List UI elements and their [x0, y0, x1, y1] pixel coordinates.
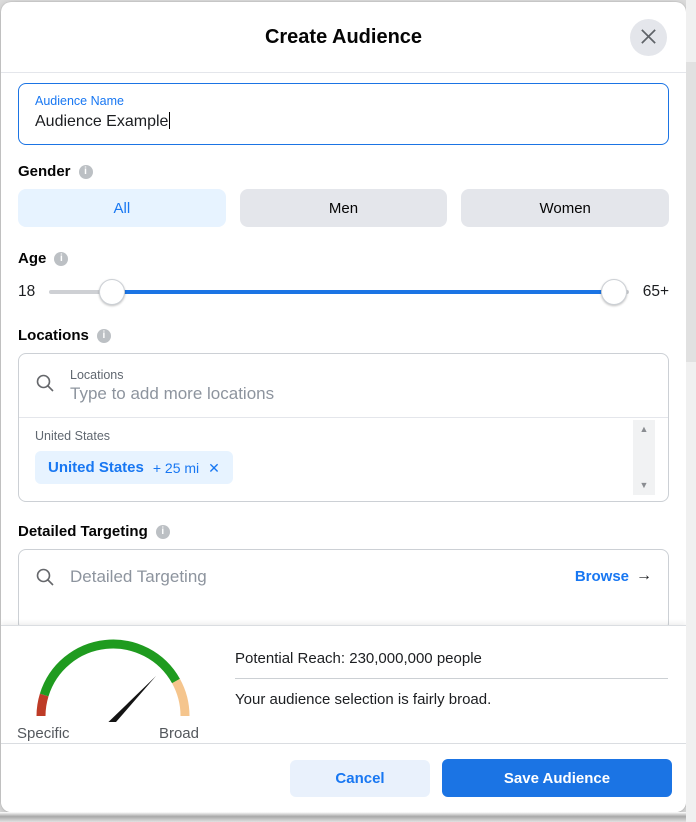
detailed-targeting-label: Detailed Targeting — [18, 523, 148, 540]
dialog-footer: Specific Broad Potential Reach: 230,000,… — [1, 625, 686, 812]
locations-section: Locations i Locations Type to add more l… — [18, 327, 669, 502]
scroll-up-icon[interactable]: ▲ — [640, 425, 649, 434]
dialog-body: Audience Name Audience Example Gender i … — [1, 73, 686, 631]
info-icon[interactable]: i — [97, 329, 111, 343]
age-slider-fill — [112, 290, 614, 294]
detailed-targeting-section: Detailed Targeting i Detailed Targeting … — [18, 523, 669, 631]
audience-name-value: Audience Example — [35, 112, 652, 131]
gender-option-women[interactable]: Women — [461, 189, 669, 227]
dialog-header: Create Audience — [1, 2, 686, 73]
close-button[interactable] — [630, 19, 667, 56]
arrow-right-icon: → — [636, 567, 652, 585]
page-scrollbar-thumb[interactable] — [686, 62, 696, 362]
info-icon[interactable]: i — [79, 165, 93, 179]
age-slider-handle-min[interactable] — [99, 279, 125, 305]
cancel-button[interactable]: Cancel — [290, 760, 430, 797]
gauge-segment-broad — [176, 681, 185, 716]
gender-label: Gender — [18, 163, 71, 180]
location-group-label: United States — [35, 429, 652, 443]
detailed-targeting-placeholder: Detailed Targeting — [70, 567, 560, 587]
age-min-label: 18 — [18, 283, 35, 301]
locations-box: Locations Type to add more locations Uni… — [18, 353, 669, 502]
gauge-segment-specific — [41, 695, 44, 716]
audience-name-input[interactable]: Audience Name Audience Example — [18, 83, 669, 145]
audience-name-label: Audience Name — [35, 94, 652, 108]
scroll-down-icon[interactable]: ▼ — [640, 481, 649, 490]
info-icon[interactable]: i — [54, 252, 68, 266]
locations-label: Locations — [18, 327, 89, 344]
age-section: Age i 18 65+ — [18, 250, 669, 306]
locations-search-input[interactable]: Locations Type to add more locations — [19, 354, 668, 418]
potential-reach-text: Potential Reach: 230,000,000 people — [235, 650, 668, 667]
save-audience-button[interactable]: Save Audience — [442, 759, 672, 797]
locations-placeholder: Type to add more locations — [70, 384, 274, 404]
info-icon[interactable]: i — [156, 525, 170, 539]
age-label: Age — [18, 250, 46, 267]
gender-option-all[interactable]: All — [18, 189, 226, 227]
search-icon — [35, 567, 55, 592]
gender-section: Gender i All Men Women — [18, 163, 669, 227]
detailed-targeting-input[interactable]: Detailed Targeting Browse → — [18, 549, 669, 631]
page-scrollbar[interactable] — [686, 0, 696, 822]
page-bottom-shadow — [0, 812, 686, 822]
gauge-needle — [99, 676, 157, 722]
locations-input-label: Locations — [70, 368, 274, 382]
location-pill-radius: + 25 mi — [153, 460, 199, 476]
audience-breadth-text: Your audience selection is fairly broad. — [235, 691, 668, 708]
locations-scrollbar[interactable]: ▲ ▼ — [633, 420, 655, 495]
location-pill: United States + 25 mi ✕ — [35, 451, 233, 484]
location-pill-name: United States — [48, 459, 144, 476]
text-cursor — [169, 112, 170, 129]
gauge-specific-label: Specific — [17, 725, 70, 742]
gauge-broad-label: Broad — [159, 725, 199, 742]
reach-gauge: Specific Broad — [13, 634, 221, 743]
create-audience-dialog: Create Audience Audience Name Audience E… — [1, 2, 686, 812]
close-icon — [639, 27, 658, 49]
search-icon — [35, 373, 55, 398]
gauge-dial — [13, 634, 213, 722]
browse-button[interactable]: Browse → — [575, 567, 652, 585]
age-max-label: 65+ — [643, 283, 669, 301]
gender-option-men[interactable]: Men — [240, 189, 448, 227]
dialog-title: Create Audience — [265, 26, 422, 49]
location-pill-remove-icon[interactable]: ✕ — [208, 461, 220, 475]
age-slider-handle-max[interactable] — [601, 279, 627, 305]
action-button-row: Cancel Save Audience — [1, 743, 686, 812]
age-slider[interactable] — [49, 278, 628, 306]
reach-summary-block: Potential Reach: 230,000,000 people Your… — [221, 634, 668, 743]
gauge-segment-mid — [44, 644, 176, 695]
locations-selected-list: United States United States + 25 mi ✕ — [19, 418, 668, 484]
reach-divider — [235, 678, 668, 679]
